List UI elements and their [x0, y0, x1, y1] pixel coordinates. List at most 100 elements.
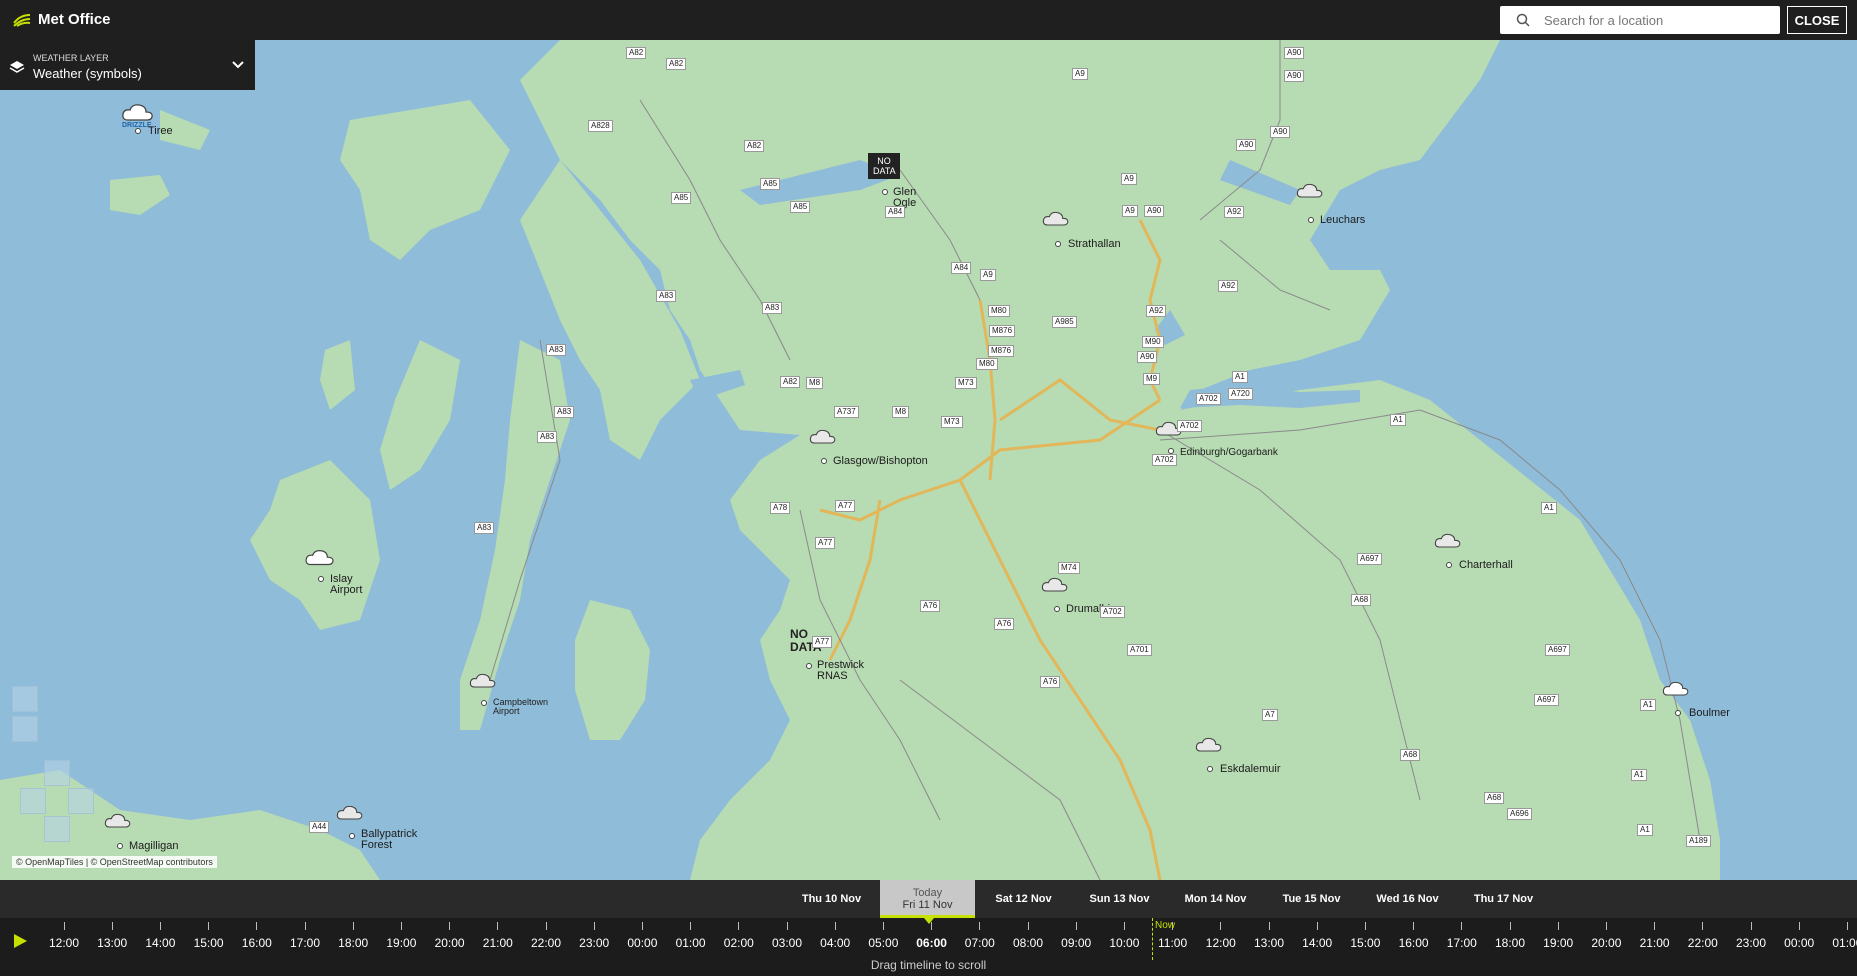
hour-tick[interactable]: 16:00: [1389, 918, 1439, 950]
hour-tick[interactable]: 23:00: [1726, 918, 1776, 950]
hour-tick[interactable]: 01:00: [1822, 918, 1857, 950]
hour-label: 11:00: [1158, 936, 1188, 950]
boulmer-marker[interactable]: [1675, 710, 1681, 716]
hour-tick[interactable]: 21:00: [473, 918, 523, 950]
hour-tick[interactable]: 15:00: [1340, 918, 1390, 950]
hour-tick[interactable]: 22:00: [1678, 918, 1728, 950]
search-box[interactable]: [1500, 6, 1780, 34]
day-sat-12[interactable]: Sat 12 Nov: [976, 880, 1071, 918]
road-shield: A1: [1631, 769, 1647, 781]
tiree-marker[interactable]: [135, 128, 141, 134]
cloud-icon[interactable]: [1294, 182, 1326, 202]
day-thu-10[interactable]: Thu 10 Nov: [784, 880, 879, 918]
road-shield: A697: [1534, 694, 1559, 706]
cloud-icon[interactable]: [467, 672, 499, 692]
hour-tick[interactable]: 04:00: [810, 918, 860, 950]
hour-tick[interactable]: 00:00: [617, 918, 667, 950]
day-mon-14[interactable]: Mon 14 Nov: [1168, 880, 1263, 918]
hour-tick[interactable]: 01:00: [666, 918, 716, 950]
cloud-icon[interactable]: [334, 804, 366, 824]
hour-tick[interactable]: 17:00: [280, 918, 330, 950]
hour-label: 19:00: [1543, 936, 1574, 950]
pan-left-button[interactable]: [20, 788, 46, 814]
close-button[interactable]: CLOSE: [1787, 6, 1847, 34]
hour-tick[interactable]: 13:00: [87, 918, 137, 950]
hour-tick[interactable]: 14:00: [1292, 918, 1342, 950]
hour-tick[interactable]: 22:00: [521, 918, 571, 950]
day-thu-17[interactable]: Thu 17 Nov: [1456, 880, 1551, 918]
eskdalemuir-marker[interactable]: [1207, 766, 1213, 772]
drumalbin-marker[interactable]: [1054, 606, 1060, 612]
hour-tick[interactable]: 07:00: [955, 918, 1005, 950]
hour-tick[interactable]: 12:00: [39, 918, 89, 950]
cloud-icon[interactable]: [1040, 210, 1072, 230]
pan-down-button[interactable]: [44, 816, 70, 842]
cloud-icon[interactable]: [1660, 680, 1692, 700]
hour-tick[interactable]: 21:00: [1630, 918, 1680, 950]
map-attribution[interactable]: © OpenMapTiles | © OpenStreetMap contrib…: [12, 856, 217, 868]
glen-ogle-marker[interactable]: [882, 189, 888, 195]
hour-strip[interactable]: 12:00 13:00 14:00 15:00 16:00 17:00 18:00 19:00…: [0, 918, 1857, 958]
road-shield: A44: [309, 821, 330, 833]
road-shield: A68: [1400, 749, 1421, 761]
day-tue-15[interactable]: Tue 15 Nov: [1264, 880, 1359, 918]
hour-tick[interactable]: 00:00: [1774, 918, 1824, 950]
hour-tick[interactable]: 23:00: [569, 918, 619, 950]
hour-label: 03:00: [771, 936, 803, 950]
met-office-logo[interactable]: Met Office: [12, 11, 111, 28]
charterhall-marker[interactable]: [1446, 562, 1452, 568]
cloud-icon[interactable]: [303, 548, 337, 570]
hour-tick[interactable]: 09:00: [1051, 918, 1101, 950]
road-shield: A76: [920, 600, 941, 612]
hour-tick[interactable]: 13:00: [1244, 918, 1294, 950]
campbeltown-marker[interactable]: [481, 700, 487, 706]
pan-right-button[interactable]: [68, 788, 94, 814]
zoom-in-button[interactable]: [12, 686, 38, 712]
road-shield: M80: [988, 305, 1010, 317]
day-today[interactable]: Today Fri 11 Nov: [880, 880, 975, 918]
hour-tick[interactable]: 10:00: [1099, 918, 1149, 950]
road-shield: A82: [666, 58, 687, 70]
hour-tick[interactable]: 20:00: [425, 918, 475, 950]
hour-tick[interactable]: 05:00: [858, 918, 908, 950]
strathallan-marker[interactable]: [1055, 241, 1061, 247]
edinburgh-label: Edinburgh/Gogarbank: [1180, 447, 1278, 458]
hour-tick[interactable]: 03:00: [762, 918, 812, 950]
hour-tick[interactable]: 14:00: [135, 918, 185, 950]
cloud-icon[interactable]: [1432, 532, 1464, 552]
hour-tick[interactable]: 02:00: [714, 918, 764, 950]
islay-marker[interactable]: [318, 576, 324, 582]
tick-mark: [1798, 922, 1800, 930]
hour-tick[interactable]: 08:00: [1003, 918, 1053, 950]
road-shield: A90: [1284, 70, 1305, 82]
hour-tick[interactable]: 19:00: [1533, 918, 1583, 950]
hour-tick[interactable]: 20:00: [1581, 918, 1631, 950]
cloud-icon[interactable]: [102, 812, 134, 832]
hour-tick[interactable]: 12:00: [1196, 918, 1246, 950]
prestwick-marker[interactable]: [806, 663, 812, 669]
map-canvas[interactable]: DRIZZLE Tiree NO DATA Glen Ogle Strathal…: [0, 40, 1857, 880]
day-sun-13[interactable]: Sun 13 Nov: [1072, 880, 1167, 918]
hour-tick[interactable]: 18:00: [328, 918, 378, 950]
hour-tick[interactable]: 19:00: [376, 918, 426, 950]
road-shield: A92: [1224, 206, 1245, 218]
glen-ogle-no-data: NO DATA: [868, 153, 900, 179]
day-wed-16[interactable]: Wed 16 Nov: [1360, 880, 1455, 918]
ballypatrick-marker[interactable]: [349, 833, 355, 839]
cloud-icon[interactable]: [807, 428, 839, 448]
road-shield: A83: [546, 344, 567, 356]
hour-tick[interactable]: 15:00: [184, 918, 234, 950]
leuchars-marker[interactable]: [1308, 217, 1314, 223]
glasgow-marker[interactable]: [821, 458, 827, 464]
pan-up-button[interactable]: [44, 760, 70, 786]
timeline[interactable]: Thu 10 Nov Today Fri 11 Nov Sat 12 Nov S…: [0, 880, 1857, 976]
weather-layer-selector[interactable]: WEATHER LAYER Weather (symbols): [0, 40, 255, 90]
cloud-icon[interactable]: [1039, 576, 1071, 596]
hour-tick[interactable]: 16:00: [232, 918, 282, 950]
hour-tick[interactable]: 17:00: [1437, 918, 1487, 950]
search-input[interactable]: [1542, 11, 1756, 29]
cloud-icon[interactable]: [1193, 736, 1225, 756]
hour-tick[interactable]: 18:00: [1485, 918, 1535, 950]
magilligan-marker[interactable]: [117, 843, 123, 849]
zoom-out-button[interactable]: [12, 716, 38, 742]
